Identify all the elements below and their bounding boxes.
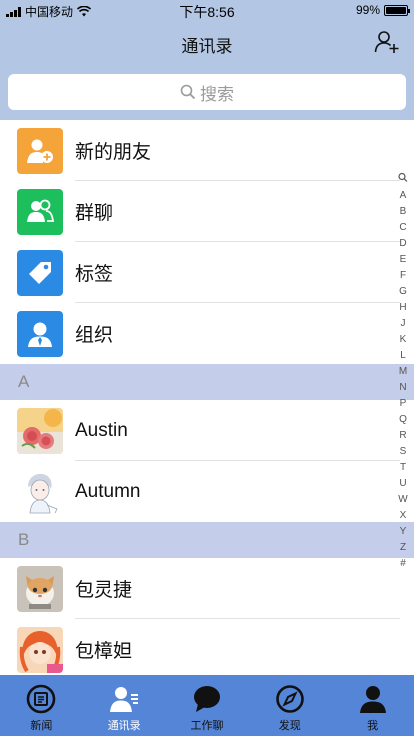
- search-placeholder: 搜索: [200, 84, 234, 104]
- tab-work-chat-label: 工作聊: [190, 720, 224, 732]
- index-letter[interactable]: H: [399, 300, 406, 316]
- organization-label: 组织: [75, 325, 114, 346]
- avatar: [17, 565, 63, 612]
- tags-item[interactable]: 标签: [0, 242, 414, 303]
- alphabet-index[interactable]: A B C D E F G H J K L M N P Q R S T U W …: [396, 172, 410, 572]
- contact-row[interactable]: 包樟妲: [0, 619, 414, 675]
- index-letter[interactable]: T: [400, 460, 406, 476]
- search-icon[interactable]: [398, 172, 408, 184]
- index-letter[interactable]: U: [399, 476, 406, 492]
- new-friends-item[interactable]: 新的朋友: [0, 120, 414, 181]
- index-letter[interactable]: #: [400, 556, 406, 572]
- new-friends-label: 新的朋友: [75, 142, 152, 163]
- status-bar: 中国移动 下午8:56 99%: [0, 0, 414, 20]
- index-letter[interactable]: G: [399, 284, 407, 300]
- tab-bar: 新闻 通讯录 工作聊 发现 我: [0, 675, 414, 736]
- page-title: 通讯录: [181, 37, 233, 56]
- contact-row[interactable]: 包灵捷: [0, 558, 414, 619]
- contact-name: Autumn: [75, 480, 141, 502]
- group-chat-icon: [17, 188, 63, 235]
- index-letter[interactable]: J: [401, 316, 406, 332]
- tab-work-chat[interactable]: 工作聊: [166, 675, 249, 736]
- avatar: [17, 407, 63, 454]
- contact-name: 包灵捷: [75, 580, 133, 601]
- battery-percent: 99%: [355, 3, 380, 17]
- chat-bubble-icon: [193, 686, 220, 712]
- compass-icon: [275, 685, 304, 713]
- contacts-icon: [110, 687, 139, 712]
- contact-list[interactable]: 新的朋友 群聊 标签 组织 A Austin Autumn B 包灵捷 包樟妲: [0, 120, 414, 675]
- index-letter[interactable]: W: [398, 492, 407, 508]
- index-letter[interactable]: X: [400, 508, 407, 524]
- index-letter[interactable]: A: [400, 188, 407, 204]
- group-chat-item[interactable]: 群聊: [0, 181, 414, 242]
- tab-contacts[interactable]: 通讯录: [83, 675, 166, 736]
- index-letter[interactable]: M: [399, 364, 407, 380]
- tab-news[interactable]: 新闻: [0, 675, 83, 736]
- organization-item[interactable]: 组织: [0, 303, 414, 364]
- avatar: [17, 626, 63, 673]
- battery-icon: [384, 4, 410, 16]
- contact-name: Austin: [75, 419, 128, 441]
- tab-contacts-label: 通讯录: [107, 720, 141, 732]
- index-letter[interactable]: P: [400, 396, 407, 412]
- tab-discover-label: 发现: [278, 720, 301, 732]
- index-letter[interactable]: S: [400, 444, 407, 460]
- tab-me[interactable]: 我: [331, 675, 414, 736]
- contact-row[interactable]: Autumn: [0, 461, 414, 522]
- person-icon: [359, 686, 386, 713]
- tag-icon: [17, 249, 63, 296]
- search-area: 搜索: [0, 64, 414, 120]
- contact-row[interactable]: Austin: [0, 400, 414, 461]
- organization-icon: [17, 310, 63, 357]
- add-friend-icon: [17, 127, 63, 174]
- index-letter[interactable]: N: [399, 380, 406, 396]
- index-letter[interactable]: D: [399, 236, 406, 252]
- tab-news-label: 新闻: [30, 720, 53, 732]
- index-letter[interactable]: F: [400, 268, 406, 284]
- index-letter[interactable]: L: [400, 348, 406, 364]
- index-letter[interactable]: R: [399, 428, 406, 444]
- nav-bar: 通讯录: [0, 20, 414, 64]
- add-friend-icon[interactable]: [374, 29, 400, 55]
- search-icon: [180, 84, 196, 100]
- index-letter[interactable]: Y: [400, 524, 407, 540]
- index-letter[interactable]: E: [400, 252, 407, 268]
- index-letter[interactable]: B: [400, 204, 407, 220]
- status-time: 下午8:56: [179, 4, 235, 20]
- tab-me-label: 我: [367, 720, 379, 732]
- index-letter[interactable]: C: [399, 220, 406, 236]
- section-header-a: A: [0, 364, 414, 400]
- section-header-b: B: [0, 522, 414, 558]
- contact-name: 包樟妲: [75, 641, 133, 662]
- group-chat-label: 群聊: [75, 203, 114, 224]
- news-icon: [27, 684, 56, 714]
- index-letter[interactable]: Z: [400, 540, 406, 556]
- tags-label: 标签: [75, 264, 114, 285]
- avatar: [17, 468, 63, 515]
- tab-discover[interactable]: 发现: [248, 675, 331, 736]
- index-letter[interactable]: K: [400, 332, 407, 348]
- index-letter[interactable]: Q: [399, 412, 407, 428]
- search-input[interactable]: 搜索: [8, 74, 406, 110]
